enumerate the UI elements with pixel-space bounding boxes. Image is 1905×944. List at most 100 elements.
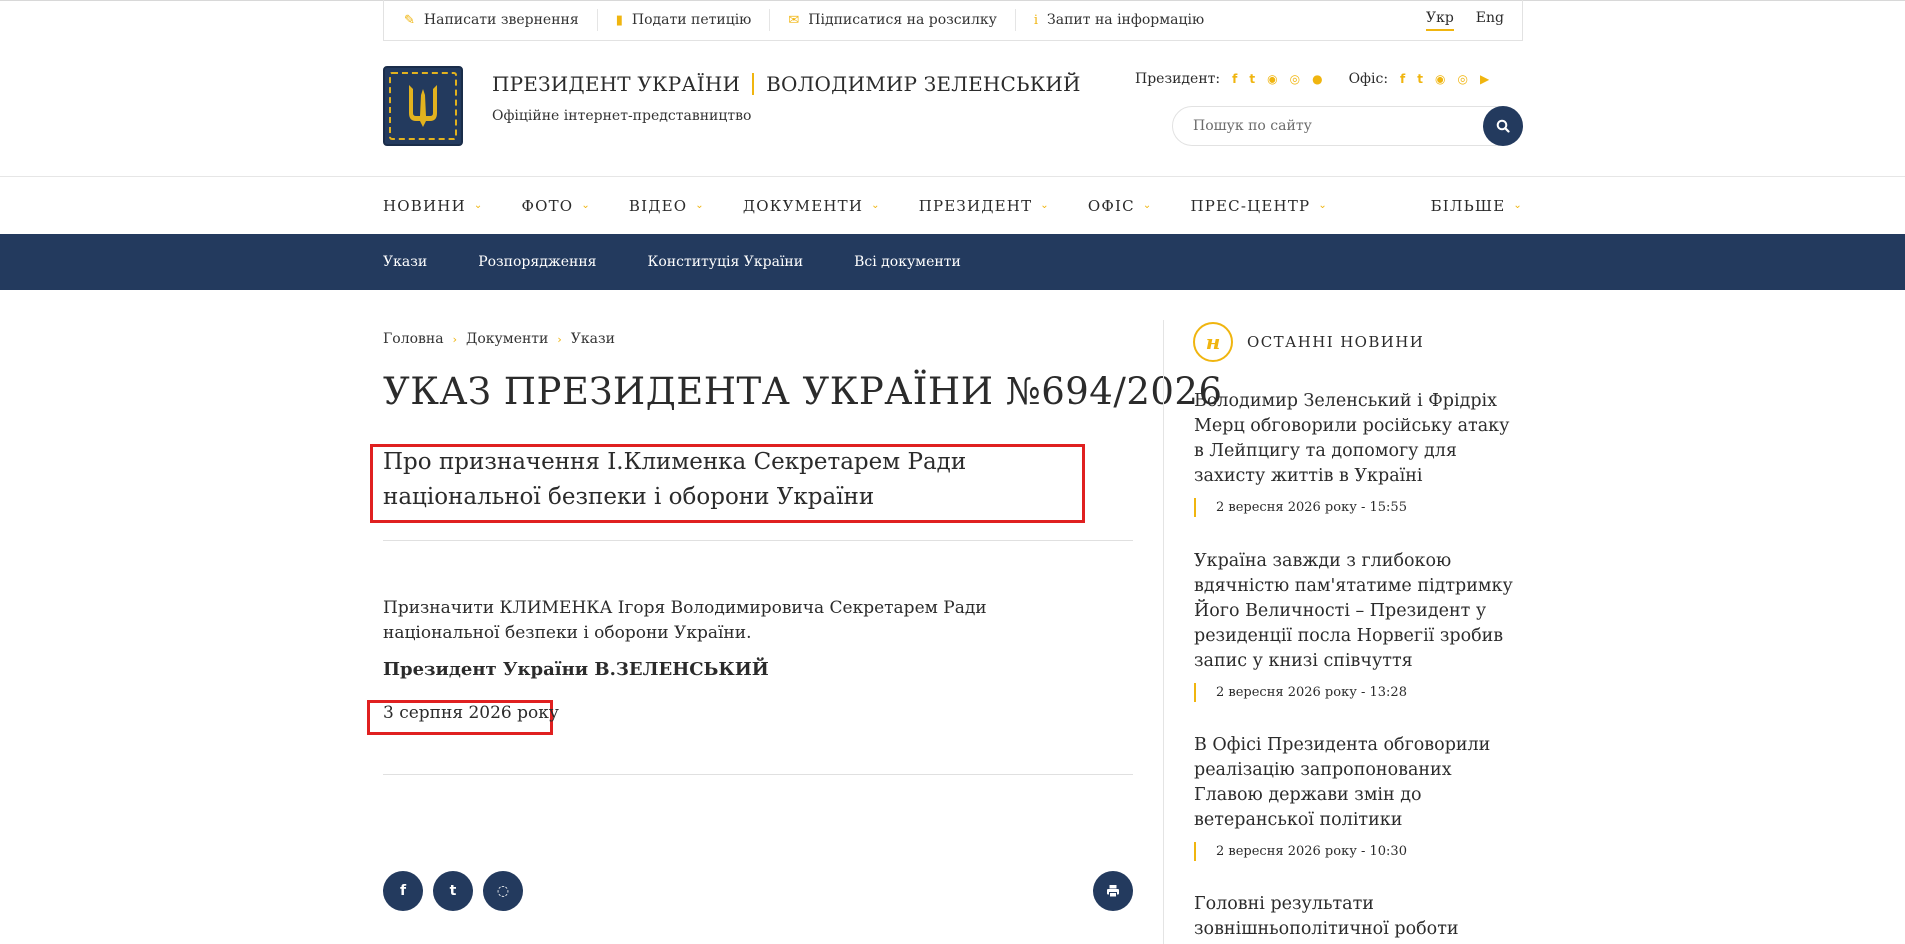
news-title[interactable]: Головні результати зовнішньополітичної р… <box>1194 892 1524 942</box>
info-request-label: Запит на інформацію <box>1047 12 1205 28</box>
site-search <box>1172 106 1523 146</box>
subnav-orders[interactable]: Розпорядження <box>478 254 596 270</box>
nav-video[interactable]: ВІДЕО ⌄ <box>629 197 705 215</box>
brand-president: ПРЕЗИДЕНТ УКРАЇНИ <box>492 72 741 96</box>
news-title[interactable]: Володимир Зеленський і Фрідріх Мерц обго… <box>1194 389 1524 489</box>
president-label: Президент: <box>1135 71 1221 87</box>
flickr-icon[interactable]: ● <box>1312 72 1322 86</box>
chevron-down-icon: ⌄ <box>1513 200 1523 211</box>
twitter-icon[interactable]: t <box>1417 72 1423 86</box>
nav-office[interactable]: ОФІС ⌄ <box>1088 197 1153 215</box>
subnav-all-documents[interactable]: Всі документи <box>854 254 961 270</box>
nav-more[interactable]: БІЛЬШЕ ⌄ <box>1431 197 1523 215</box>
news-date: 2 вересня 2026 року - 13:28 <box>1194 683 1524 702</box>
subnav-decrees[interactable]: Укази <box>383 254 427 270</box>
breadcrumb: Головна › Документи › Укази <box>383 331 615 347</box>
info-icon: i <box>1033 12 1039 28</box>
page-title: УКАЗ ПРЕЗИДЕНТА УКРАЇНИ №694/2026 <box>383 370 1223 413</box>
news-item[interactable]: Володимир Зеленський і Фрідріх Мерц обго… <box>1194 389 1524 517</box>
youtube-icon[interactable]: ▶ <box>1480 72 1489 86</box>
divider <box>383 774 1133 775</box>
info-request-link[interactable]: i Запит на інформацію <box>1016 9 1222 31</box>
breadcrumb-decrees[interactable]: Укази <box>571 331 615 347</box>
submit-petition-label: Подати петицію <box>631 12 752 28</box>
news-date: 2 вересня 2026 року - 10:30 <box>1194 842 1524 861</box>
decree-subtitle: Про призначення І.Клименка Секретарем Ра… <box>383 449 967 510</box>
news-item[interactable]: Головні результати зовнішньополітичної р… <box>1194 892 1524 942</box>
nav-news[interactable]: НОВИНИ ⌄ <box>383 197 483 215</box>
chevron-down-icon: ⌄ <box>871 200 881 211</box>
sub-nav: Укази Розпорядження Конституція України … <box>383 234 1523 290</box>
chevron-down-icon: ⌄ <box>473 200 484 211</box>
news-item[interactable]: В Офісі Президента обговорили реалізацію… <box>1194 733 1524 861</box>
news-title[interactable]: В Офісі Президента обговорили реалізацію… <box>1194 733 1524 833</box>
social-links: Президент: f t ◉ ◎ ● Офіс: f t ◉ ◎ ▶ <box>1135 71 1515 87</box>
latest-news-title: ОСТАННІ НОВИНИ <box>1247 333 1425 351</box>
lang-eng[interactable]: Eng <box>1476 10 1504 31</box>
twitter-icon[interactable]: t <box>1249 72 1255 86</box>
whatsapp-icon: ◌ <box>496 883 510 899</box>
chevron-down-icon: ⌄ <box>1142 200 1153 211</box>
news-item[interactable]: Україна завжди з глибокою вдячністю пам'… <box>1194 549 1524 702</box>
news-title[interactable]: Україна завжди з глибокою вдячністю пам'… <box>1194 549 1524 674</box>
latest-news-header: н ОСТАННІ НОВИНИ <box>1193 322 1424 362</box>
decree-body: Призначити КЛИМЕНКА Ігоря Володимировича… <box>383 598 987 643</box>
subnav-constitution[interactable]: Конституція України <box>648 254 804 270</box>
chevron-down-icon: ⌄ <box>1318 200 1328 211</box>
nav-documents[interactable]: ДОКУМЕНТИ ⌄ <box>743 197 881 215</box>
utility-bar: ✎ Написати звернення ▮ Подати петицію ✉ … <box>383 0 1523 41</box>
chevron-right-icon: › <box>452 332 457 346</box>
search-button[interactable] <box>1483 106 1523 146</box>
news-date: 2 вересня 2026 року - 15:55 <box>1194 498 1524 517</box>
search-icon <box>1496 119 1510 133</box>
chevron-down-icon: ⌄ <box>695 200 705 211</box>
sidebar-divider <box>1163 320 1164 944</box>
search-input[interactable] <box>1173 107 1483 145</box>
share-twitter-button[interactable]: t <box>433 871 473 911</box>
chevron-down-icon: ⌄ <box>1040 200 1050 211</box>
nav-president[interactable]: ПРЕЗИДЕНТ ⌄ <box>919 197 1050 215</box>
telegram-icon[interactable]: ◉ <box>1267 72 1277 86</box>
office-label: Офіс: <box>1348 71 1389 87</box>
nav-press-label: ПРЕС-ЦЕНТР <box>1190 196 1311 215</box>
nav-video-label: ВІДЕО <box>628 196 688 215</box>
facebook-icon[interactable]: f <box>1400 72 1405 86</box>
decree-date: 3 серпня 2026 року <box>383 703 559 723</box>
share-facebook-button[interactable]: f <box>383 871 423 911</box>
divider <box>383 540 1133 541</box>
breadcrumb-documents[interactable]: Документи <box>466 331 548 347</box>
nav-more-label: БІЛЬШЕ <box>1430 196 1506 215</box>
nav-photo[interactable]: ФОТО ⌄ <box>521 197 590 215</box>
submit-petition-link[interactable]: ▮ Подати петицію <box>598 9 771 31</box>
nav-office-label: ОФІС <box>1087 196 1135 215</box>
site-brand[interactable]: ПРЕЗИДЕНТ УКРАЇНИ ВОЛОДИМИР ЗЕЛЕНСЬКИЙ <box>492 72 1081 96</box>
decree-signature: Президент України В.ЗЕЛЕНСЬКИЙ <box>383 659 769 680</box>
chevron-down-icon: ⌄ <box>581 200 591 211</box>
nav-photo-label: ФОТО <box>521 196 574 215</box>
instagram-icon[interactable]: ◎ <box>1290 72 1300 86</box>
office-socials: Офіс: f t ◉ ◎ ▶ <box>1349 71 1496 87</box>
write-appeal-link[interactable]: ✎ Написати звернення <box>402 9 598 31</box>
nav-news-label: НОВИНИ <box>383 196 466 215</box>
president-socials: Президент: f t ◉ ◎ ● <box>1135 71 1329 87</box>
subscribe-link[interactable]: ✉ Підписатися на розсилку <box>770 9 1016 31</box>
main-nav: НОВИНИ ⌄ ФОТО ⌄ ВІДЕО ⌄ ДОКУМЕНТИ ⌄ ПРЕЗИДЕН… <box>383 177 1523 234</box>
write-appeal-label: Написати звернення <box>423 12 579 28</box>
trident-icon <box>389 72 457 140</box>
share-whatsapp-button[interactable]: ◌ <box>483 871 523 911</box>
chevron-right-icon: › <box>557 332 562 346</box>
site-logo[interactable] <box>383 66 463 146</box>
twitter-icon: t <box>449 883 457 899</box>
lang-ukr[interactable]: Укр <box>1425 10 1454 31</box>
subscribe-label: Підписатися на розсилку <box>808 12 997 28</box>
language-switcher: Укр Eng <box>1425 10 1504 31</box>
brand-name: ВОЛОДИМИР ЗЕЛЕНСЬКИЙ <box>766 72 1081 96</box>
news-logo-icon: н <box>1193 322 1233 362</box>
nav-press-center[interactable]: ПРЕС-ЦЕНТР ⌄ <box>1190 197 1327 215</box>
telegram-icon[interactable]: ◉ <box>1435 72 1445 86</box>
facebook-icon[interactable]: f <box>1232 72 1237 86</box>
breadcrumb-home[interactable]: Головна <box>383 331 444 347</box>
print-button[interactable] <box>1093 871 1133 911</box>
instagram-icon[interactable]: ◎ <box>1458 72 1468 86</box>
facebook-icon: f <box>399 883 407 899</box>
